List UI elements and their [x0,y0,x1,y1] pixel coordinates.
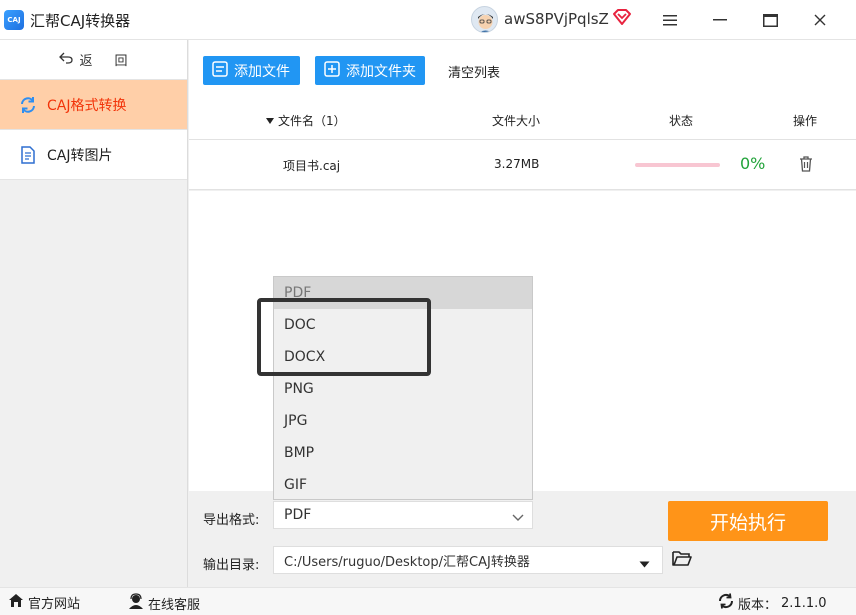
add-file-icon [212,60,228,81]
file-name: 项目书.caj [283,159,341,173]
sidebar: 返 回 CAJ格式转换 CAJ转图片 [0,40,188,587]
refresh-icon [19,96,37,114]
back-button[interactable]: 返 回 [0,40,187,80]
home-icon [8,593,24,612]
website-link[interactable]: 官方网站 [8,593,80,612]
add-file-label: 添加文件 [234,63,290,80]
sort-down-icon [265,114,275,128]
version-label: 版本： [738,597,778,613]
progress-percent: 0% [740,154,766,173]
back-label-2: 回 [114,54,128,69]
format-option-gif[interactable]: GIF [274,469,532,501]
add-folder-icon [324,60,340,81]
column-name[interactable]: 文件名（1） [265,112,346,129]
open-folder-icon[interactable] [672,549,692,567]
close-icon[interactable] [805,6,835,34]
toolbar: 添加文件 添加文件夹 清空列表 [189,40,856,100]
add-file-button[interactable]: 添加文件 [203,56,300,85]
format-option-bmp[interactable]: BMP [274,437,532,469]
username[interactable]: awS8PVjPqlsZ [504,10,609,28]
document-icon [19,145,37,164]
file-size: 3.27MB [494,157,540,171]
back-arrow-icon [59,52,74,68]
output-path-select[interactable]: C:/Users/ruguo/Desktop/汇帮CAJ转换器 [273,546,663,574]
website-label: 官方网站 [28,597,81,612]
support-agent-icon [128,593,144,613]
column-name-label: 文件名（1） [278,114,346,128]
format-option-png[interactable]: PNG [274,373,532,405]
output-path-value: C:/Users/ruguo/Desktop/汇帮CAJ转换器 [284,554,530,570]
chevron-down-icon [512,510,524,526]
app-logo: CAJ [4,10,24,30]
clear-list-button[interactable]: 清空列表 [448,62,500,81]
vip-diamond-icon[interactable] [612,8,632,26]
support-link[interactable]: 在线客服 [128,593,200,613]
sidebar-item-caj-convert[interactable]: CAJ格式转换 [0,80,187,130]
table-row[interactable]: 项目书.caj 3.27MB 0% [189,140,856,190]
format-option-jpg[interactable]: JPG [274,405,532,437]
avatar[interactable] [471,6,498,33]
output-label: 输出目录: [203,558,260,573]
add-folder-label: 添加文件夹 [346,63,416,80]
format-select-value: PDF [284,507,312,523]
minimize-icon[interactable] [705,6,735,34]
format-select[interactable]: PDF [273,501,533,529]
column-status: 状态 [669,114,694,128]
caret-down-icon [639,557,650,572]
support-label: 在线客服 [148,597,201,613]
menu-icon[interactable] [655,6,685,34]
back-label-1: 返 [79,54,109,69]
column-size: 文件大小 [492,114,541,128]
update-icon [718,593,734,613]
sidebar-item-label: CAJ转图片 [47,147,113,164]
start-button[interactable]: 开始执行 [668,501,828,541]
column-action: 操作 [793,114,818,128]
format-label: 导出格式: [203,513,260,528]
sidebar-item-caj-to-image[interactable]: CAJ转图片 [0,130,187,180]
app-title: 汇帮CAJ转换器 [30,12,131,30]
progress-bar [635,163,720,167]
version-info[interactable]: 版本： 2.1.1.0 [718,593,827,613]
version-value: 2.1.1.0 [781,595,827,611]
add-folder-button[interactable]: 添加文件夹 [315,56,425,85]
maximize-icon[interactable] [755,6,785,34]
annotation-highlight-box [257,298,431,376]
table-header: 文件名（1） 文件大小 状态 操作 [189,100,856,140]
sidebar-item-label: CAJ格式转换 [47,97,127,114]
title-bar: CAJ 汇帮CAJ转换器 awS8PVjPqlsZ [0,0,856,40]
footer: 官方网站 在线客服 版本： 2.1.1.0 [0,587,856,615]
delete-icon[interactable] [799,156,813,172]
